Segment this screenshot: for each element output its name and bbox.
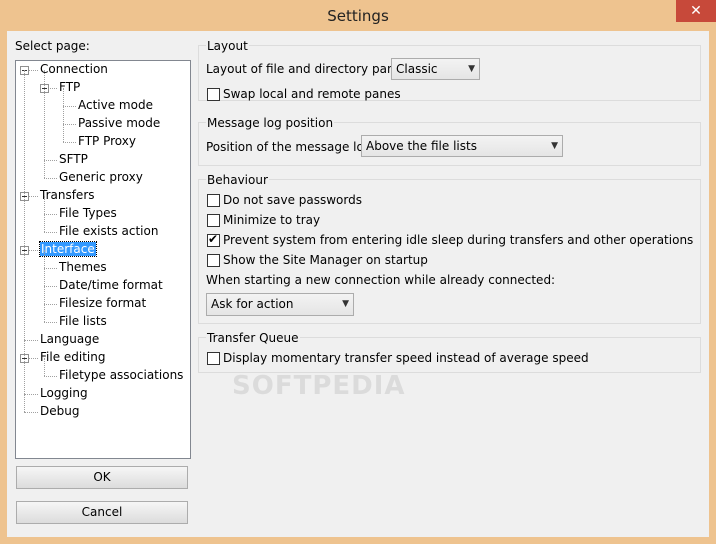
cancel-button[interactable]: Cancel [16,501,188,524]
tree-item-label: Filetype associations [59,368,184,382]
tree-connector [44,70,45,178]
swap-panes-label: Swap local and remote panes [223,87,401,101]
tree-item[interactable]: Filesize format [59,295,146,311]
tree-item[interactable]: Interface [39,241,97,257]
tree-item[interactable]: Language [40,331,99,347]
tree-item[interactable]: File editing [40,349,106,365]
window-title: Settings [327,7,389,25]
tree-item[interactable]: File lists [59,313,107,329]
tree-item[interactable]: Debug [40,403,79,419]
tree-item[interactable]: SFTP [59,151,88,167]
title-bar[interactable]: Settings ✕ [0,0,716,31]
chevron-down-icon: ▼ [551,141,558,151]
panes-layout-value: Classic [396,62,438,76]
tree-connector [63,142,76,143]
tree-connector [44,232,57,233]
behaviour-title: Behaviour [206,173,269,187]
new-connection-dropdown[interactable]: Ask for action ▼ [206,293,354,316]
tree-item-label: Generic proxy [59,170,143,184]
tree-item-label: Passive mode [78,116,161,130]
message-log-title: Message log position [206,116,335,130]
settings-tree[interactable]: Connection FTP Active mode Passive mode FTP … [15,60,191,459]
tree-connector [63,124,76,125]
softpedia-watermark: SOFTPEDIA [232,371,406,401]
close-button[interactable]: ✕ [676,0,716,22]
behaviour-option-label: Minimize to tray [223,213,321,227]
behaviour-option-label: Prevent system from entering idle sleep … [223,233,694,247]
chevron-down-icon: ▼ [342,299,349,309]
tree-connector [44,178,57,179]
tree-item[interactable]: Logging [40,385,88,401]
message-log-position-dropdown[interactable]: Above the file lists ▼ [361,135,563,157]
tree-item[interactable]: Themes [59,259,107,275]
tree-item-label: File editing [40,350,106,364]
tree-connector [44,376,57,377]
new-connection-label: When starting a new connection while alr… [206,273,556,287]
chevron-down-icon: ▼ [468,64,475,74]
tree-item-label: Debug [40,404,80,418]
tree-item[interactable]: File exists action [59,223,158,239]
tree-connector [44,322,57,323]
tree-connector [44,304,57,305]
tree-connector [44,268,57,269]
tree-item-label: Interface [39,241,97,257]
tree-connector [24,340,38,341]
tree-item-label: File lists [59,314,107,328]
layout-title: Layout [206,39,249,53]
tree-item[interactable]: Active mode [78,97,153,113]
behaviour-option-label: Do not save passwords [223,193,362,207]
panes-layout-label: Layout of file and directory panes: [206,62,413,76]
tree-item-label: File exists action [59,224,159,238]
tree-item-label: Themes [59,260,107,274]
tree-item[interactable]: Passive mode [78,115,160,131]
tree-connector [24,394,38,395]
tree-connector [44,250,45,322]
close-icon: ✕ [690,3,702,19]
behaviour-option-checkbox[interactable] [207,254,220,267]
message-log-position-value: Above the file lists [366,139,477,153]
momentary-speed-label: Display momentary transfer speed instead… [223,351,589,365]
tree-connector [24,412,38,413]
momentary-speed-checkbox[interactable] [207,352,220,365]
tree-item-label: Language [40,332,100,346]
tree-item-label: FTP Proxy [78,134,136,148]
tree-item-label: Filesize format [59,296,147,310]
transfer-queue-title: Transfer Queue [206,331,300,345]
behaviour-option-checkbox[interactable] [207,194,220,207]
tree-connector [44,214,57,215]
tree-item[interactable]: File Types [59,205,117,221]
tree-item-label: File Types [59,206,117,220]
behaviour-option-label: Show the Site Manager on startup [223,253,428,267]
tree-item[interactable]: Date/time format [59,277,163,293]
tree-item-label: Transfers [40,188,95,202]
behaviour-option-checkbox[interactable]: ✔ [207,232,220,247]
message-log-position-label: Position of the message log: [206,140,376,154]
tree-item[interactable]: Connection [40,61,108,77]
tree-connector [63,106,76,107]
tree-connector [44,286,57,287]
tree-item-label: Logging [40,386,88,400]
tree-connector [44,358,45,376]
select-page-label: Select page: [15,39,90,53]
checkmark-icon: ✔ [208,232,219,246]
tree-connector [63,88,64,142]
tree-connector [24,70,25,412]
new-connection-value: Ask for action [211,297,294,311]
settings-body: Select page: Connection FTP Active mode Pas… [7,31,709,537]
tree-item-label: Connection [40,62,108,76]
tree-connector [44,160,57,161]
tree-item[interactable]: Filetype associations [59,367,183,383]
swap-panes-checkbox[interactable] [207,88,220,101]
tree-item-label: SFTP [59,152,88,166]
tree-item[interactable]: Transfers [40,187,95,203]
tree-item-label: Active mode [78,98,153,112]
ok-button[interactable]: OK [16,466,188,489]
behaviour-option-checkbox[interactable] [207,214,220,227]
tree-connector [44,196,45,232]
tree-item-label: Date/time format [59,278,163,292]
tree-item[interactable]: Generic proxy [59,169,143,185]
tree-item[interactable]: FTP Proxy [78,133,136,149]
panes-layout-dropdown[interactable]: Classic ▼ [391,58,480,80]
